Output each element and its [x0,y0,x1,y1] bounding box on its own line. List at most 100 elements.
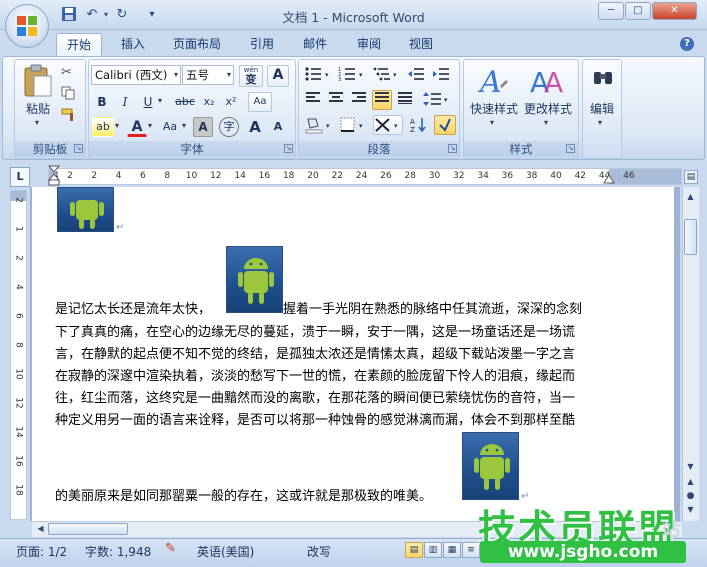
next-page-icon[interactable]: ▼ [684,503,697,517]
svg-text:Z: Z [410,126,415,134]
numbering-button[interactable]: 1 2 3 ▾ [337,65,367,85]
font-color-button[interactable]: A [127,117,147,137]
line-spacing-button[interactable]: ▾ [422,90,452,110]
align-left-button[interactable] [303,90,323,110]
editing-button[interactable]: 编辑 ▾ [584,62,620,136]
underline-dropdown-icon[interactable]: ▾ [158,96,162,105]
select-browse-object-icon[interactable]: ● [684,489,697,503]
increase-indent-icon [433,68,449,80]
svg-text:▾: ▾ [444,96,448,104]
quick-styles-label: 快速样式 [469,102,518,116]
word-count[interactable]: 字数: 1,948 [85,543,151,560]
ruler-tick-label: 22 [331,171,344,181]
clipboard-launcher-icon[interactable]: ↘ [74,144,83,153]
character-border-button[interactable]: A [267,65,289,87]
highlight-dropdown-icon[interactable]: ▾ [115,121,119,130]
right-indent-marker-icon[interactable] [603,171,615,185]
android-image-3[interactable] [462,432,519,500]
ruler-tick-label: 20 [307,171,319,181]
office-button[interactable] [5,4,49,48]
tab-selector[interactable]: L [10,167,30,187]
font-size-dropdown-icon: ▾ [226,70,231,79]
tab-mailings[interactable]: 邮件 [293,33,337,56]
phonetic-guide-button[interactable]: wén 变 [239,65,263,87]
cut-icon[interactable]: ✂ [61,65,77,81]
show-hide-marks-button[interactable] [434,115,456,135]
ruler-tick-label: 30 [428,171,441,181]
font-color-dropdown-icon[interactable]: ▾ [148,121,152,130]
justify-button[interactable] [372,90,392,110]
quick-styles-button[interactable]: A 快速样式 ▾ [468,62,520,136]
previous-page-icon[interactable]: ▲ [684,475,697,489]
phonetic-char-label: 变 [245,73,257,86]
multilevel-list-icon: ▾ [373,67,397,81]
align-right-button[interactable] [349,90,369,110]
tab-page-layout[interactable]: 页面布局 [163,33,231,56]
proofing-icon[interactable]: ✎ [165,541,176,556]
page-count[interactable]: 页面: 1/2 [16,543,67,560]
editing-dropdown-icon: ▾ [598,118,603,127]
change-styles-icon: A A [530,66,563,96]
change-case-dropdown-icon[interactable]: ▾ [182,121,186,130]
change-styles-button[interactable]: A A 更改样式 ▾ [522,62,574,136]
highlight-button[interactable]: ab [92,117,114,137]
superscript-button[interactable]: x² [221,92,241,112]
scroll-up-icon[interactable]: ▲ [684,190,697,204]
copy-icon[interactable] [61,86,77,102]
web-layout-icon[interactable]: ▦ [443,542,461,558]
full-screen-reading-icon[interactable]: ▥ [424,542,442,558]
change-case-button[interactable]: Aa [158,117,182,137]
vertical-scroll-thumb[interactable] [684,219,697,255]
underline-button[interactable]: U [138,92,158,112]
vertical-ruler[interactable]: 2 1 2 4 6 8 10 12 14 16 18 [10,190,27,520]
italic-button[interactable]: I [115,92,135,112]
chinese-layout-button[interactable]: ▾ [373,115,403,135]
android-image-1[interactable] [57,187,114,232]
bullets-button[interactable]: ▾ [303,65,333,85]
scroll-down-icon[interactable]: ▼ [684,460,697,474]
help-icon[interactable]: ? [680,37,694,51]
strikethrough-button[interactable]: abc [172,92,198,112]
ruler-tick-label: 6 [140,171,146,181]
tab-references[interactable]: 引用 [240,33,284,56]
print-layout-icon[interactable]: ▤ [405,542,423,558]
view-ruler-icon[interactable]: ▤ [684,170,698,184]
enclose-characters-button[interactable]: 字 [219,117,239,137]
paste-button[interactable]: 粘贴 ▾ [20,64,56,128]
grow-font-button[interactable]: A [245,117,265,137]
sort-button[interactable]: AZ [407,115,431,135]
increase-indent-button[interactable] [430,65,452,85]
borders-button[interactable]: ▾ [338,115,368,135]
shrink-font-button[interactable]: A [268,117,288,137]
scroll-left-icon[interactable]: ◀ [34,522,47,536]
styles-launcher-icon[interactable]: ↘ [566,144,575,153]
maximize-button[interactable]: □ [625,2,651,20]
horizontal-ruler[interactable]: 4224681012141618202224262830323436384042… [48,168,682,185]
bold-button[interactable]: B [92,92,112,112]
subscript-button[interactable]: x₂ [199,92,219,112]
tab-insert[interactable]: 插入 [111,33,155,56]
distributed-button[interactable] [395,90,415,110]
clear-formatting-button[interactable]: Aa [248,92,272,112]
font-name-select[interactable]: Calibri (西文) ▾ [91,65,181,85]
indent-marker-icon[interactable] [48,165,60,187]
minimize-button[interactable]: ─ [598,2,624,20]
tab-home[interactable]: 开始 [56,33,103,56]
font-size-select[interactable]: 五号 ▾ [182,65,234,85]
android-image-2[interactable] [226,246,283,313]
tab-review[interactable]: 审阅 [347,33,391,56]
tab-view[interactable]: 视图 [399,33,443,56]
horizontal-scroll-thumb[interactable] [48,523,128,535]
format-painter-icon[interactable] [61,107,77,123]
multilevel-list-button[interactable]: ▾ [371,65,401,85]
close-button[interactable]: ✕ [652,2,697,20]
align-center-button[interactable] [326,90,346,110]
character-shading-button[interactable]: A [193,117,213,137]
paragraph-launcher-icon[interactable]: ↘ [448,144,457,153]
overtype-mode[interactable]: 改写 [307,543,331,560]
font-launcher-icon[interactable]: ↘ [284,144,293,153]
language-indicator[interactable]: 英语(美国) [197,543,254,560]
ruler-tick-label: 14 [234,171,246,181]
decrease-indent-button[interactable] [405,65,427,85]
shading-button[interactable]: ▾ [303,115,335,135]
